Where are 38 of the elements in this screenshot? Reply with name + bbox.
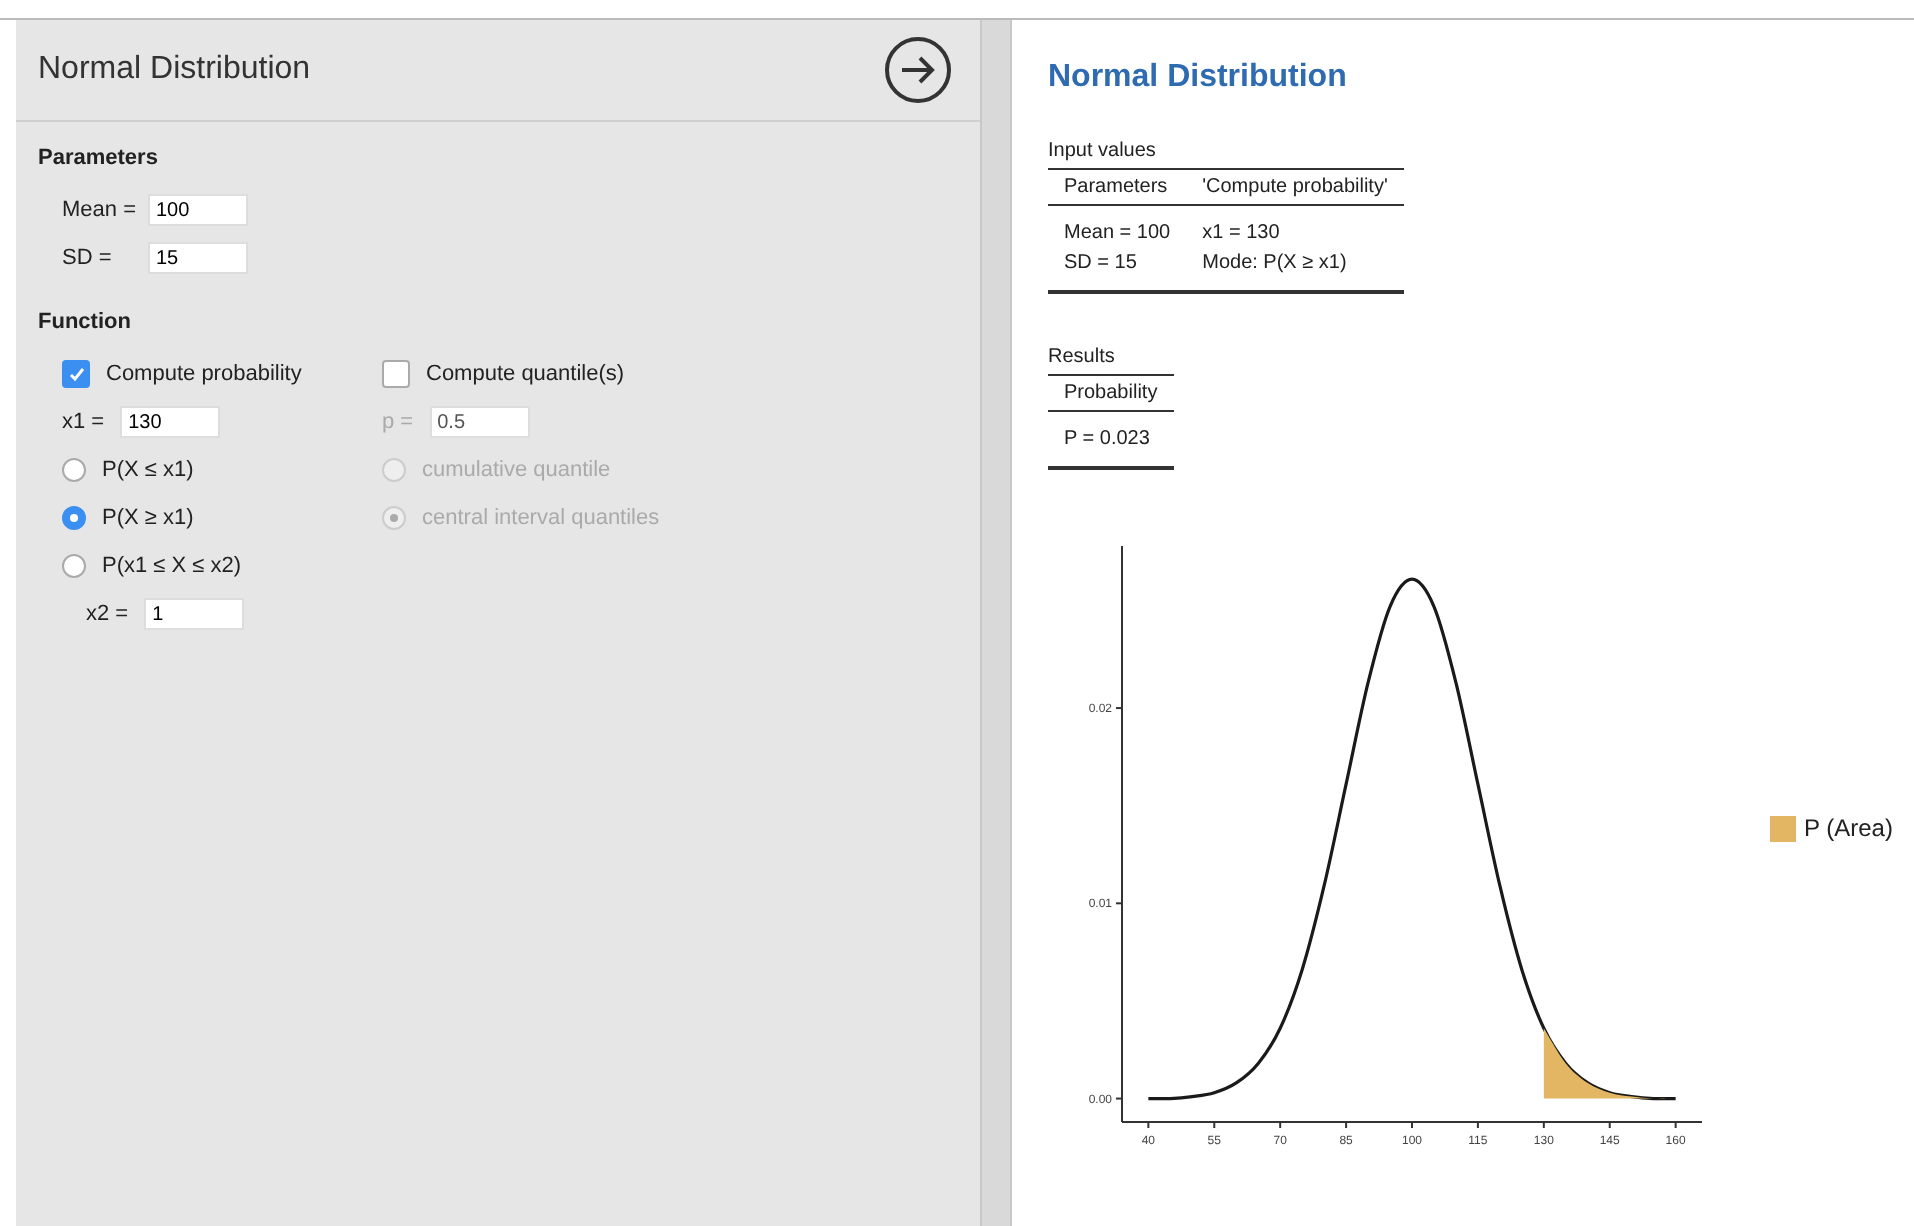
- checkbox-label: Compute probability: [106, 362, 302, 386]
- table-cell: P = 0.023: [1048, 411, 1174, 468]
- field-label: p =: [382, 410, 414, 434]
- splitter-bar[interactable]: [980, 20, 1012, 1226]
- check-icon: [67, 365, 85, 383]
- panel-title: Normal Distribution: [38, 52, 311, 88]
- legend-label: P (Area): [1804, 814, 1893, 842]
- input-field[interactable]: 1: [144, 598, 245, 630]
- column-header: Probability: [1048, 375, 1174, 411]
- table-cell: Mean = 100: [1048, 205, 1187, 248]
- field-label: SD =: [62, 246, 114, 270]
- radio-button[interactable]: [62, 506, 86, 530]
- radio-label: cumulative quantile: [422, 458, 611, 482]
- input-field[interactable]: 100: [148, 194, 248, 226]
- section-heading: Parameters: [38, 146, 160, 170]
- table-caption: Input values: [1048, 140, 1158, 162]
- output-title: Normal Distribution: [1048, 60, 1349, 96]
- table-cell: Mode: P(X ≥ x1): [1186, 248, 1404, 292]
- column-header: 'Compute probability': [1186, 169, 1404, 205]
- column-header: Parameters: [1048, 169, 1187, 205]
- table-caption: Results: [1048, 346, 1117, 368]
- radio-button[interactable]: [62, 458, 86, 482]
- table-cell: SD = 15: [1048, 248, 1187, 292]
- section-heading: Function: [38, 310, 133, 334]
- arrow-right-icon[interactable]: [884, 36, 952, 104]
- radio-label: P(x1 ≤ X ≤ x2): [102, 554, 242, 578]
- field-label: Mean =: [62, 198, 136, 222]
- input-field[interactable]: 130: [120, 406, 221, 438]
- checkbox-label: Compute quantile(s): [426, 362, 625, 386]
- field-label: x2 =: [86, 602, 129, 626]
- checkbox[interactable]: [62, 360, 90, 388]
- input-field[interactable]: 15: [148, 242, 248, 274]
- radio-label: P(X ≤ x1): [102, 458, 194, 482]
- table-cell: x1 = 130: [1186, 205, 1404, 248]
- field-label: x1 =: [62, 410, 105, 434]
- radio-button[interactable]: [62, 554, 86, 578]
- radio-label: central interval quantiles: [422, 506, 660, 530]
- radio-label: P(X ≥ x1): [102, 506, 194, 530]
